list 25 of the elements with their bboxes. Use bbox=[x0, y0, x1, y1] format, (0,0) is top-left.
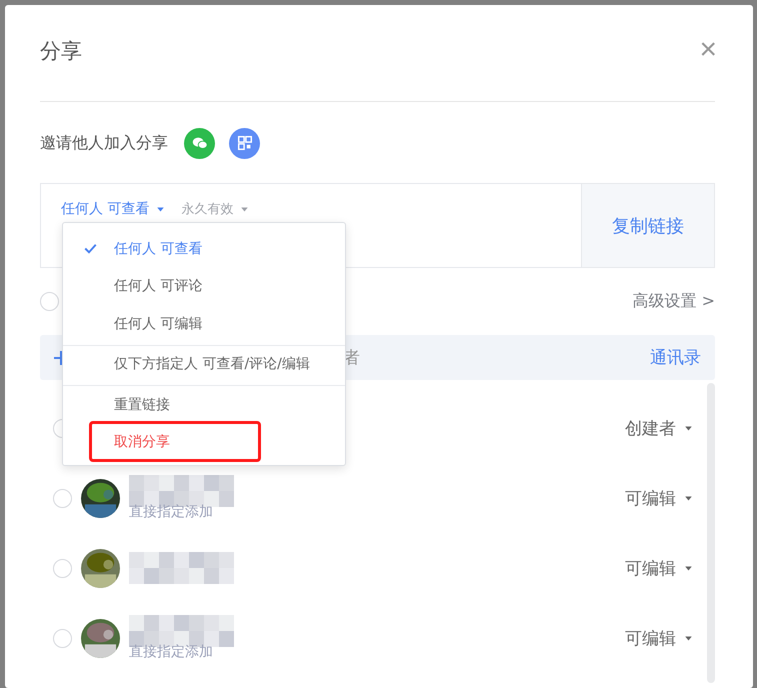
chat-share-button[interactable] bbox=[184, 128, 215, 158]
role-dropdown[interactable]: 创建者 bbox=[625, 416, 695, 440]
qr-code-button[interactable] bbox=[229, 128, 260, 158]
menu-item[interactable]: 取消分享 bbox=[63, 424, 345, 461]
advanced-settings-link[interactable]: 高级设置 > bbox=[632, 291, 715, 312]
dialog-title: 分享 bbox=[40, 38, 82, 65]
member-source-label: 直接指定添加 bbox=[129, 503, 214, 521]
invite-label: 邀请他人加入分享 bbox=[40, 132, 168, 154]
role-dropdown[interactable]: 可编辑 bbox=[625, 486, 695, 510]
radio-button[interactable] bbox=[53, 558, 72, 578]
role-dropdown[interactable]: 可编辑 bbox=[625, 556, 695, 580]
member-source-label: 直接指定添加 bbox=[129, 643, 214, 661]
radio-button[interactable] bbox=[53, 488, 72, 508]
menu-item[interactable]: 重置链接 bbox=[63, 385, 345, 424]
contacts-link[interactable]: 通讯录 bbox=[650, 346, 701, 369]
menu-item[interactable]: 任何人 可查看 bbox=[63, 230, 345, 268]
permission-dropdown[interactable]: 任何人 可查看 bbox=[61, 200, 168, 218]
menu-item[interactable]: 任何人 可评论 bbox=[63, 268, 345, 305]
role-dropdown[interactable]: 可编辑 bbox=[625, 626, 695, 650]
menu-item[interactable]: 任何人 可编辑 bbox=[63, 305, 345, 342]
radio-button[interactable] bbox=[40, 292, 59, 311]
radio-button[interactable] bbox=[53, 628, 72, 648]
qr-code-icon bbox=[236, 134, 254, 152]
menu-item[interactable]: 仅下方指定人 可查看/评论/编辑 bbox=[63, 344, 345, 383]
copy-link-button[interactable]: 复制链接 bbox=[581, 184, 714, 267]
